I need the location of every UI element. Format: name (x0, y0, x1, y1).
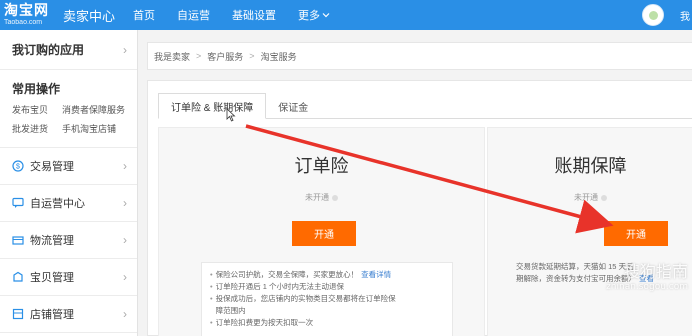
chevron-right-icon: › (123, 159, 127, 173)
nav-self-operation[interactable]: 自运营 (177, 7, 210, 23)
sidebar-item-store[interactable]: 店铺管理 › (0, 296, 137, 333)
sidebar-item-label: 店铺管理 (30, 309, 74, 321)
tab-deposit[interactable]: 保证金 (266, 93, 320, 119)
logo-sub-text: Taobao.com (4, 18, 43, 26)
nav-home[interactable]: 首页 (133, 7, 155, 23)
quick-link-publish[interactable]: 发布宝贝 (12, 103, 62, 116)
quick-link-mobile-store[interactable]: 手机淘宝店铺 (62, 122, 132, 135)
subscribed-apps-label: 我订购的应用 (12, 43, 85, 57)
sidebar-item-label: 自运营中心 (30, 198, 85, 210)
goods-icon (13, 271, 23, 282)
breadcrumb-seller[interactable]: 我是卖家 (154, 50, 190, 63)
nav-more-label: 更多 (298, 10, 320, 22)
panel-title: 订单险 (294, 156, 349, 177)
chevron-right-icon: › (123, 233, 127, 247)
quick-link-consumer-protection[interactable]: 消费者保障服务 (62, 103, 132, 116)
chat-icon (12, 197, 24, 208)
logo-main-text: 淘宝网 (4, 2, 49, 19)
user-name[interactable]: 我 (680, 8, 690, 23)
open-order-insurance-button[interactable]: 开通 (292, 221, 356, 246)
info-list: • 保险公司护航，交易全保障，买家更放心！ 查看详情 • 订单险开通后 1 个小时内无… (201, 262, 453, 336)
watermark-sub: zhinan.sogou.com (606, 282, 688, 292)
sidebar-item-trade[interactable]: $ 交易管理 › (0, 148, 137, 185)
panel-title: 账期保障 (554, 156, 627, 177)
breadcrumb: 我是卖家 > 客户服务 > 淘宝服务 (147, 42, 692, 70)
list-item: • 保险公司护航，交易全保障，买家更放心！ 查看详情 (210, 270, 392, 279)
nav-basic-settings[interactable]: 基础设置 (232, 7, 276, 23)
mouse-cursor-icon (226, 108, 236, 122)
sidebar-item-label: 物流管理 (30, 235, 74, 247)
chevron-right-icon: › (123, 196, 127, 210)
chevron-right-icon: › (123, 270, 127, 284)
list-item: • 订单险开通后 1 个小时内无法主动退保 (210, 282, 344, 291)
breadcrumb-separator: > (196, 51, 202, 61)
quick-link-wholesale[interactable]: 批发进货 (12, 122, 62, 135)
status-label: 未开通 (574, 193, 598, 202)
svg-text:$: $ (16, 164, 20, 171)
help-icon[interactable] (601, 194, 607, 201)
chevron-right-icon: › (123, 307, 127, 321)
top-navigation-bar: 淘宝网 Taobao.com 卖家中心 首页 自运营 基础设置 更多 我 (0, 0, 692, 30)
list-item: • 订单险扣费更为按天扣取一次 (210, 318, 314, 327)
seller-center-title[interactable]: 卖家中心 (63, 6, 133, 25)
sidebar: 我订购的应用 › 常用操作 发布宝贝 消费者保障服务 批发进货 手机淘宝店铺 $… (0, 30, 138, 336)
store-icon (12, 308, 24, 320)
breadcrumb-customer-service[interactable]: 客户服务 (207, 50, 243, 63)
common-operations-title: 常用操作 (12, 82, 61, 96)
chevron-right-icon: › (123, 42, 127, 57)
open-account-period-button[interactable]: 开通 (604, 221, 668, 246)
breadcrumb-separator: > (249, 51, 255, 61)
sidebar-subscribed-apps[interactable]: 我订购的应用 › (0, 30, 137, 70)
list-item: • 投保成功后，您店铺内的实物类目交易都将在订单险保 (210, 294, 396, 303)
status-text: 未开通 (159, 192, 484, 203)
watermark-main: 搜狗指南 (623, 262, 688, 281)
tab-bar: 订单险 & 账期保障 保证金 (158, 93, 692, 119)
breadcrumb-taobao-service: 淘宝服务 (260, 51, 297, 62)
common-operations: 常用操作 发布宝贝 消费者保障服务 批发进货 手机淘宝店铺 (0, 70, 137, 148)
sidebar-item-logistics[interactable]: 物流管理 › (0, 222, 137, 259)
view-details-link[interactable]: 查看详情 (361, 270, 391, 279)
sidebar-item-label: 交易管理 (30, 161, 74, 173)
sidebar-item-self-operation-center[interactable]: 自运营中心 › (0, 185, 137, 222)
order-insurance-panel: 订单险 未开通 开通 • 保险公司护航，交易全保障，买家更放心！ 查看详情 • 订单险… (158, 127, 485, 336)
chevron-down-icon (322, 13, 330, 18)
sidebar-item-label: 宝贝管理 (30, 272, 74, 284)
help-icon[interactable] (332, 194, 338, 201)
list-item: •障范围内 (215, 306, 246, 315)
nav-more[interactable]: 更多 (298, 7, 330, 23)
watermark: 搜狗指南 zhinan.sogou.com (606, 258, 688, 292)
trade-icon: $ (12, 160, 24, 172)
sidebar-item-goods[interactable]: 宝贝管理 › (0, 259, 137, 296)
logistics-icon (12, 236, 24, 245)
avatar[interactable] (642, 4, 664, 26)
account-period-panel: 账期保障 未开通 开通 交易货款延期结算，天猫如 15 天后 期解除，资金转为支… (487, 127, 692, 336)
tab-order-insurance[interactable]: 订单险 & 账期保障 (158, 93, 267, 119)
status-label: 未开通 (305, 193, 329, 202)
taobao-logo[interactable]: 淘宝网 Taobao.com (0, 0, 55, 30)
status-text: 未开通 (488, 192, 692, 203)
